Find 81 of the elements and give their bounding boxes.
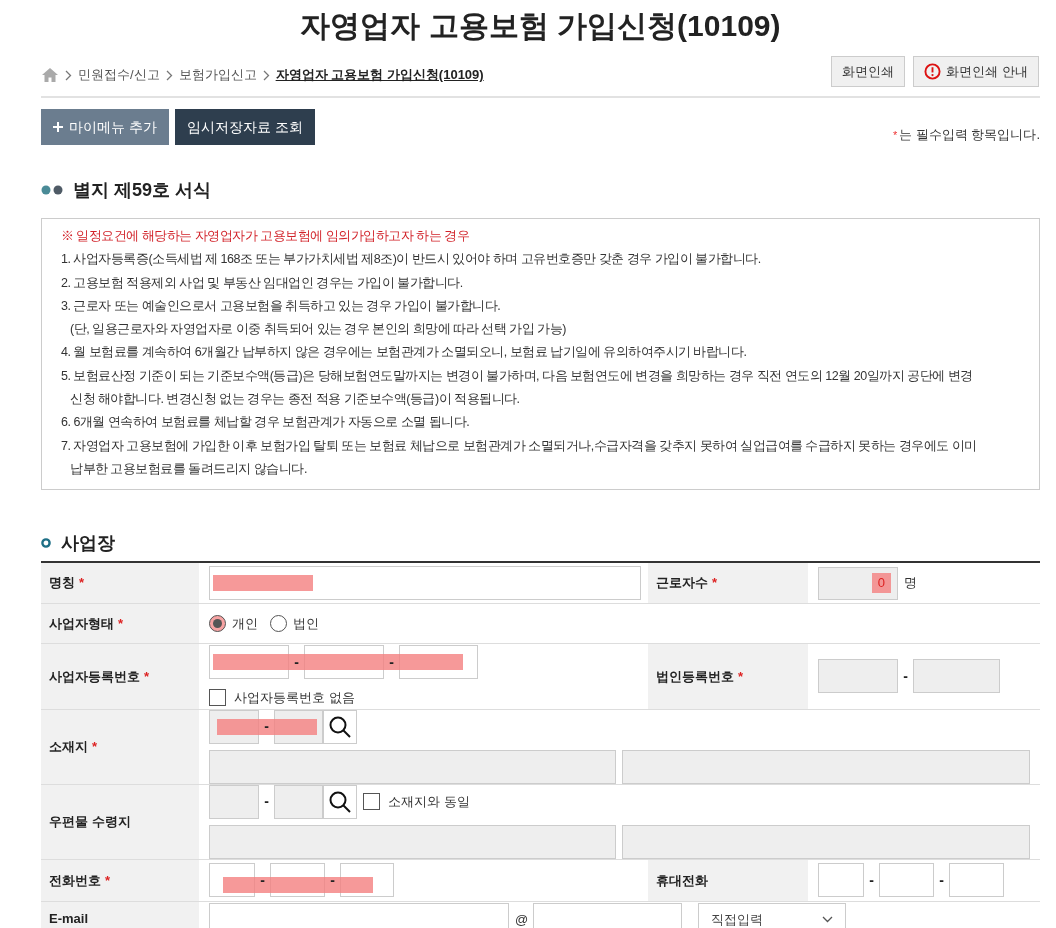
separator-text: -: [263, 717, 270, 737]
chevron-icon: [165, 69, 173, 81]
required-asterisk: *: [892, 127, 898, 143]
breadcrumb-link[interactable]: 민원접수/신고: [78, 65, 160, 85]
section-title: 사업장: [61, 531, 115, 555]
field-label: 우편물 수령지: [49, 813, 131, 831]
field-label: 명칭: [49, 574, 75, 593]
separator-text: -: [329, 870, 336, 890]
required-asterisk: *: [105, 871, 111, 890]
chevron-icon: [65, 69, 72, 81]
section-title: 별지 제59호 서식: [73, 178, 212, 202]
field-label: 근로자수: [656, 574, 708, 593]
separator-text: -: [938, 870, 945, 890]
search-button[interactable]: [323, 709, 357, 744]
notice-item: 4. 월 보험료를 계속하여 6개월간 납부하지 않은 경우에는 보험관계가 소멸되오니, 보험료 납기일에 유의하여주시기 바랍니다.: [61, 344, 748, 362]
checkbox[interactable]: 사업자등록번호 없음: [209, 688, 638, 708]
unit-label: 명: [904, 574, 917, 593]
radio-button[interactable]: 법인: [270, 613, 319, 633]
field-label: 사업자형태: [49, 614, 114, 633]
field-label: 사업자등록번호: [49, 667, 140, 686]
input-field[interactable]: [274, 784, 323, 819]
chevron-down-icon: [822, 916, 833, 924]
notice-item: 5. 보험료산정 기준이 되는 기준보수액(등급)은 당해보험연도말까지는 변경이 불가하며, 다음 보험연도에 변경을 희망하는 경우 직전 연도의 12월 20일까지 공단에 변경 신청 해야합니다. 변경신청 없는 경우는 종전 적용 기준보수액(등급)이 적용됩니다.: [61, 367, 974, 409]
separator-text: -: [868, 870, 875, 890]
print-button[interactable]: 화면인쇄: [831, 56, 906, 87]
required-asterisk: *: [92, 738, 98, 756]
count-value: 0: [871, 573, 891, 593]
bullet-icon: [41, 185, 65, 195]
input-field[interactable]: [399, 645, 478, 679]
required-asterisk: *: [144, 667, 150, 686]
input-field[interactable]: [818, 659, 898, 694]
home-icon[interactable]: [41, 67, 59, 83]
input-field[interactable]: [879, 863, 934, 898]
separator-text: -: [263, 792, 270, 812]
required-note: 는 필수입력 항목입니다.: [899, 126, 1040, 145]
breadcrumb-link[interactable]: 보험가입신고: [178, 65, 257, 85]
notice-heading: ※ 일정요건에 해당하는 자영업자가 고용보험에 임의가입하고자 하는 경우: [61, 228, 471, 245]
input-field[interactable]: [209, 566, 641, 600]
input-field[interactable]: [209, 749, 616, 784]
notice-item: 6. 6개월 연속하여 보험료를 체납할 경우 보험관계가 자동으로 소멸 됩니다.: [61, 414, 471, 432]
breadcrumb-link[interactable]: 자영업자 고용보험 가입신청(10109): [275, 65, 484, 85]
page-title: 자영업자 고용보험 가입신청(10109): [299, 8, 782, 44]
field-label: 소재지: [49, 738, 88, 756]
input-field[interactable]: [622, 824, 1030, 859]
input-field[interactable]: [209, 824, 616, 859]
at-sign-text: @: [515, 911, 527, 928]
required-asterisk: *: [118, 614, 124, 633]
field-label: 전화번호: [49, 871, 101, 890]
required-asterisk: *: [79, 574, 85, 593]
toolbar-button[interactable]: 마이메뉴 추가: [41, 109, 169, 145]
chevron-icon: [262, 69, 270, 81]
input-field[interactable]: [913, 659, 1000, 694]
select-field[interactable]: 직접입력: [698, 902, 846, 928]
input-field[interactable]: [209, 784, 259, 819]
required-asterisk: *: [738, 667, 744, 686]
input-field[interactable]: [818, 863, 864, 898]
plus-icon: [53, 122, 63, 132]
input-field[interactable]: [533, 902, 682, 928]
input-field[interactable]: [209, 645, 289, 679]
print-button[interactable]: 화면인쇄 안내: [913, 56, 1039, 87]
notice-item: 1. 사업자등록증(소득세법 제 168조 또는 부가가치세법 제8조)이 반드시 있어야 하며 고유번호증만 갖춘 경우 가입이 불가합니다.: [61, 251, 762, 269]
field-label: 휴대전화: [656, 871, 708, 890]
field-label: 법인등록번호: [656, 667, 734, 686]
input-field[interactable]: [209, 902, 509, 928]
radio-button[interactable]: 개인: [209, 613, 258, 633]
notice-item: 2. 고용보험 적용제외 사업 및 부동산 임대업인 경우는 가입이 불가합니다.: [61, 274, 464, 292]
field-label: E-mail: [49, 910, 88, 928]
input-field[interactable]: [949, 863, 1004, 898]
toolbar-button[interactable]: 임시저장자료 조회: [174, 109, 315, 145]
alert-icon: [924, 63, 942, 80]
separator-text: -: [293, 652, 300, 672]
required-asterisk: *: [712, 574, 718, 593]
input-field[interactable]: [622, 749, 1030, 784]
checkbox[interactable]: 소재지와 동일: [363, 792, 470, 812]
separator-text: -: [902, 666, 909, 686]
bullet-icon: [41, 538, 51, 549]
notice-item: 3. 근로자 또는 예술인으로서 고용보험을 취득하고 있는 경우 가입이 불가합니다. (단, 일용근로자와 자영업자로 이중 취득되어 있는 경우 본인의 희망에 따라 선택 가입 가능): [61, 297, 567, 339]
separator-text: -: [388, 652, 395, 672]
search-button[interactable]: [323, 784, 357, 819]
separator-text: -: [259, 870, 266, 890]
notice-item: 7. 자영업자 고용보험에 가입한 이후 보험가입 탈퇴 또는 보험료 체납으로 보험관계가 소멸되거나,수급자격을 갖추지 못하여 실업급여를 수급하지 못하는 경우에도 이미 납부한 고용보험료를 돌려드리지 않습니다.: [61, 437, 978, 478]
